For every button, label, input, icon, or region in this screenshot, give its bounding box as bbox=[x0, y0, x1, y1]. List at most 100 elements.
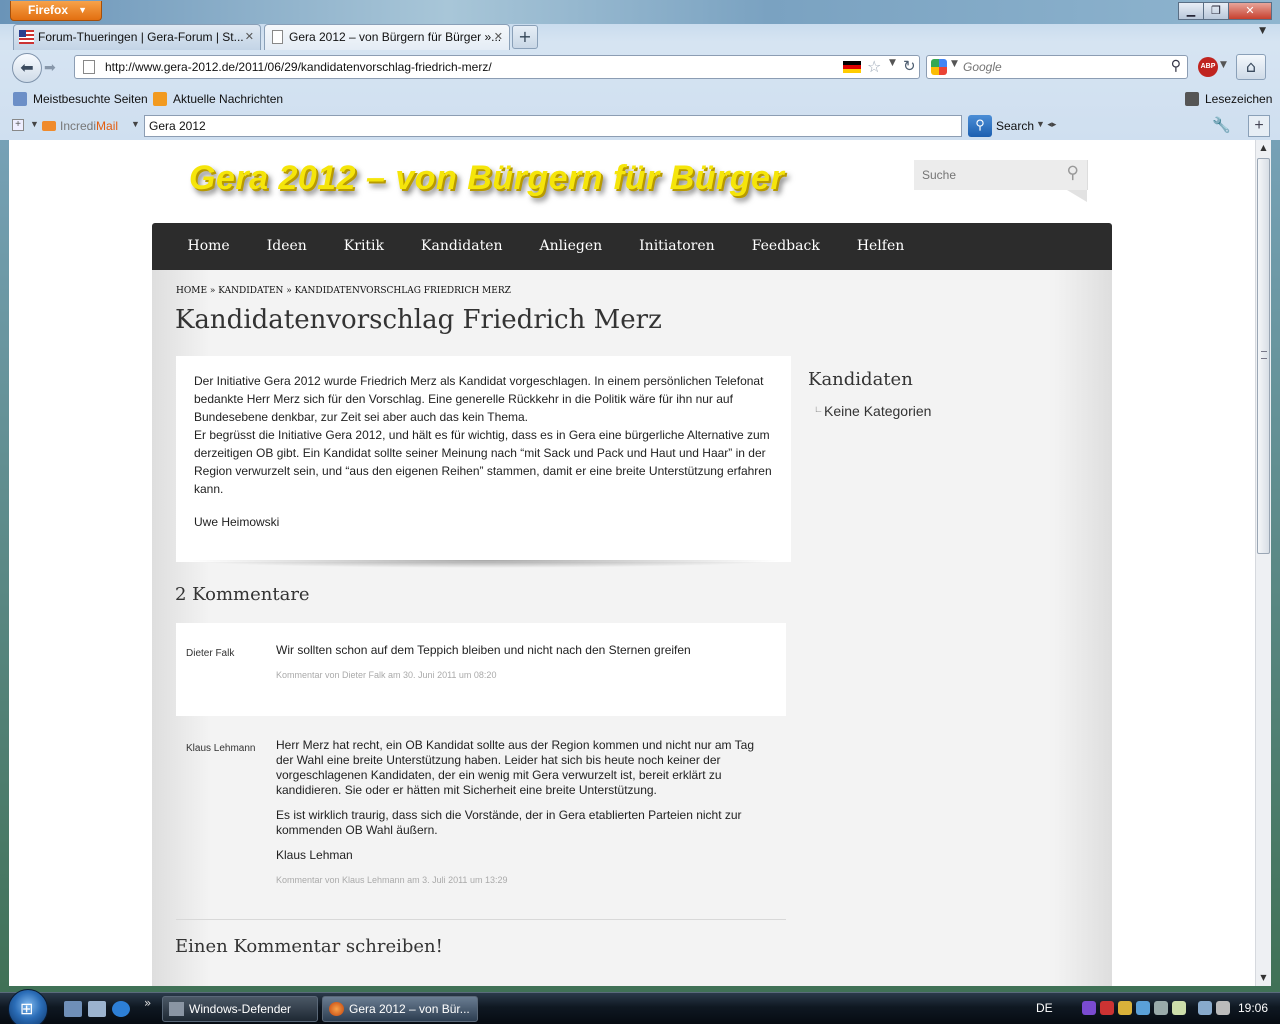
post-paragraph: Der Initiative Gera 2012 wurde Friedrich… bbox=[194, 374, 764, 424]
bookmark-label: Aktuelle Nachrichten bbox=[173, 92, 284, 106]
adblock-plus-button[interactable]: ABP ▼ bbox=[1198, 56, 1228, 78]
sidebar-item-keine-kategorien: ∟ Keine Kategorien bbox=[814, 403, 931, 419]
tray-wizard-icon[interactable] bbox=[1082, 1001, 1096, 1015]
defender-icon bbox=[169, 1002, 184, 1016]
back-button[interactable]: ⬅ bbox=[12, 53, 42, 83]
firefox-menu-button[interactable]: Firefox ▼ bbox=[10, 1, 102, 21]
chevron-down-icon[interactable]: ▼ bbox=[131, 119, 140, 129]
volume-icon[interactable] bbox=[1216, 1001, 1230, 1015]
page-icon bbox=[83, 60, 95, 74]
bookmark-meistbesuchte-seiten[interactable]: Meistbesuchte Seiten bbox=[13, 91, 148, 107]
site-search-input[interactable] bbox=[922, 166, 1062, 184]
internet-explorer-icon[interactable] bbox=[112, 1001, 130, 1017]
tray-monitor-icon[interactable] bbox=[1198, 1001, 1212, 1015]
vertical-scrollbar[interactable]: ▲ ▼ bbox=[1255, 140, 1271, 986]
search-box-tail bbox=[1067, 190, 1087, 202]
wrench-icon[interactable]: 🔧 bbox=[1212, 116, 1231, 134]
smart-bookmark-icon bbox=[13, 92, 27, 106]
tray-shield-icon[interactable] bbox=[1100, 1001, 1114, 1015]
task-label: Gera 2012 – von Bür... bbox=[349, 1002, 470, 1016]
new-tab-button[interactable]: + bbox=[512, 25, 538, 49]
post-paragraph: Er begrüsst die Initiative Gera 2012, un… bbox=[194, 428, 772, 496]
comment-text: Wir sollten schon auf dem Teppich bleibe… bbox=[276, 643, 691, 657]
search-input[interactable] bbox=[963, 58, 1159, 76]
tab-forum-thueringen[interactable]: Forum-Thueringen | Gera-Forum | St... ✕ bbox=[13, 24, 261, 50]
incredibar-search-input[interactable]: Gera 2012 bbox=[144, 115, 962, 137]
post-shadow bbox=[184, 560, 784, 568]
chevron-down-icon[interactable]: ▼ ◂▸ bbox=[1036, 119, 1056, 130]
comment: Klaus Lehmann Herr Merz hat recht, ein O… bbox=[176, 718, 786, 920]
add-button[interactable]: + bbox=[1248, 115, 1270, 137]
nav-item-home[interactable]: Home bbox=[169, 223, 248, 269]
sidebar-title: Kandidaten bbox=[808, 369, 913, 390]
tray-network-icon[interactable] bbox=[1136, 1001, 1150, 1015]
scrollbar-thumb[interactable] bbox=[1257, 158, 1270, 554]
nav-item-kandidaten[interactable]: Kandidaten bbox=[403, 223, 522, 269]
tray-misc-icon[interactable] bbox=[1172, 1001, 1186, 1015]
comment-meta: Kommentar von Dieter Falk am 30. Juni 20… bbox=[276, 670, 497, 680]
chevron-down-icon: ▼ bbox=[78, 5, 87, 15]
tree-bullet-icon: ∟ bbox=[814, 404, 823, 414]
google-engine-icon[interactable] bbox=[931, 59, 947, 75]
search-icon[interactable]: ⚲ bbox=[968, 115, 992, 137]
nav-item-anliegen[interactable]: Anliegen bbox=[521, 223, 621, 269]
comment-signature: Klaus Lehman bbox=[276, 848, 353, 862]
forward-button[interactable]: ➡ bbox=[44, 58, 66, 78]
comment-meta: Kommentar von Klaus Lehmann am 3. Juli 2… bbox=[276, 875, 508, 885]
german-flag-icon[interactable] bbox=[843, 61, 861, 73]
history-dropdown-icon[interactable]: ▼ bbox=[889, 58, 896, 68]
address-bar[interactable]: http://www.gera-2012.de/2011/06/29/kandi… bbox=[74, 55, 920, 79]
language-indicator[interactable]: DE bbox=[1036, 1001, 1053, 1015]
nav-item-ideen[interactable]: Ideen bbox=[248, 223, 325, 269]
quicklaunch-more-icon[interactable]: » bbox=[144, 996, 151, 1010]
nav-item-initiatoren[interactable]: Initiatoren bbox=[621, 223, 734, 269]
close-tab-icon[interactable]: ✕ bbox=[245, 25, 254, 49]
search-icon[interactable]: ⚲ bbox=[1067, 163, 1079, 183]
tab-strip: Forum-Thueringen | Gera-Forum | St... ✕ … bbox=[0, 24, 1280, 50]
bookmark-aktuelle-nachrichten[interactable]: Aktuelle Nachrichten bbox=[153, 91, 283, 107]
show-desktop-icon[interactable] bbox=[64, 1001, 82, 1017]
clock[interactable]: 19:06 bbox=[1238, 1001, 1268, 1015]
close-tab-icon[interactable]: ✕ bbox=[494, 25, 503, 49]
nav-item-helfen[interactable]: Helfen bbox=[838, 223, 922, 269]
post-author: Uwe Heimowski bbox=[194, 515, 280, 529]
post-body: Der Initiative Gera 2012 wurde Friedrich… bbox=[194, 372, 776, 531]
minimize-button[interactable]: ▁ bbox=[1178, 2, 1204, 20]
reload-icon[interactable]: ↻ bbox=[903, 57, 916, 75]
windows-logo-icon: ⊞ bbox=[20, 999, 34, 1018]
taskbar-item-firefox[interactable]: Gera 2012 – von Bür... bbox=[322, 996, 478, 1022]
tray-magnifier-icon[interactable] bbox=[1154, 1001, 1168, 1015]
engine-dropdown-icon[interactable]: ▼ bbox=[951, 59, 958, 69]
tab-gera-2012[interactable]: Gera 2012 – von Bürgern für Bürger »... … bbox=[264, 24, 510, 50]
home-button[interactable]: ⌂ bbox=[1236, 54, 1266, 80]
incredimail-toolbar: + ▼ IncrediMail ▼ Gera 2012 ⚲ Search ▼ ◂… bbox=[0, 112, 1280, 140]
bookmark-star-icon[interactable]: ☆ bbox=[867, 57, 881, 76]
scroll-up-arrow-icon[interactable]: ▲ bbox=[1256, 140, 1271, 156]
expand-icon[interactable]: + bbox=[12, 119, 24, 131]
adblock-plus-icon: ABP bbox=[1198, 57, 1218, 77]
tab-list-chevron-icon[interactable]: ▼ bbox=[1259, 26, 1266, 36]
bookmarks-star-icon bbox=[1185, 92, 1199, 106]
search-icon[interactable]: ⚲ bbox=[1171, 58, 1181, 74]
grip-icon bbox=[1261, 351, 1267, 359]
site-title[interactable]: Gera 2012 – von Bürgern für Bürger bbox=[189, 159, 784, 198]
incredimail-logo[interactable]: IncrediMail bbox=[42, 118, 118, 134]
comment-text: Herr Merz hat recht, ein OB Kandidat sol… bbox=[276, 738, 755, 797]
start-button[interactable]: ⊞ bbox=[8, 989, 48, 1024]
search-bar: ▼ ⚲ bbox=[926, 55, 1188, 79]
close-window-button[interactable]: ✕ bbox=[1228, 2, 1272, 20]
chevron-down-icon[interactable]: ▼ bbox=[30, 119, 39, 129]
nav-item-kritik[interactable]: Kritik bbox=[325, 223, 402, 269]
windows-taskbar: ⊞ » Windows-Defender Gera 2012 – von Bür… bbox=[0, 989, 1280, 1024]
scroll-down-arrow-icon[interactable]: ▼ bbox=[1256, 970, 1271, 986]
switch-windows-icon[interactable] bbox=[88, 1001, 106, 1017]
restore-button[interactable]: ❐ bbox=[1203, 2, 1229, 20]
main-navigation: Home Ideen Kritik Kandidaten Anliegen In… bbox=[152, 223, 1112, 270]
bookmarks-menu-button[interactable]: Lesezeichen bbox=[1185, 91, 1272, 107]
breadcrumb[interactable]: HOME » KANDIDATEN » KANDIDATENVORSCHLAG … bbox=[176, 286, 511, 296]
taskbar-item-windows-defender[interactable]: Windows-Defender bbox=[162, 996, 318, 1022]
incredibar-search-button[interactable]: Search bbox=[996, 118, 1034, 134]
tray-app-icon[interactable] bbox=[1118, 1001, 1132, 1015]
nav-item-feedback[interactable]: Feedback bbox=[733, 223, 838, 269]
comment-body: Wir sollten schon auf dem Teppich bleibe… bbox=[276, 643, 756, 683]
